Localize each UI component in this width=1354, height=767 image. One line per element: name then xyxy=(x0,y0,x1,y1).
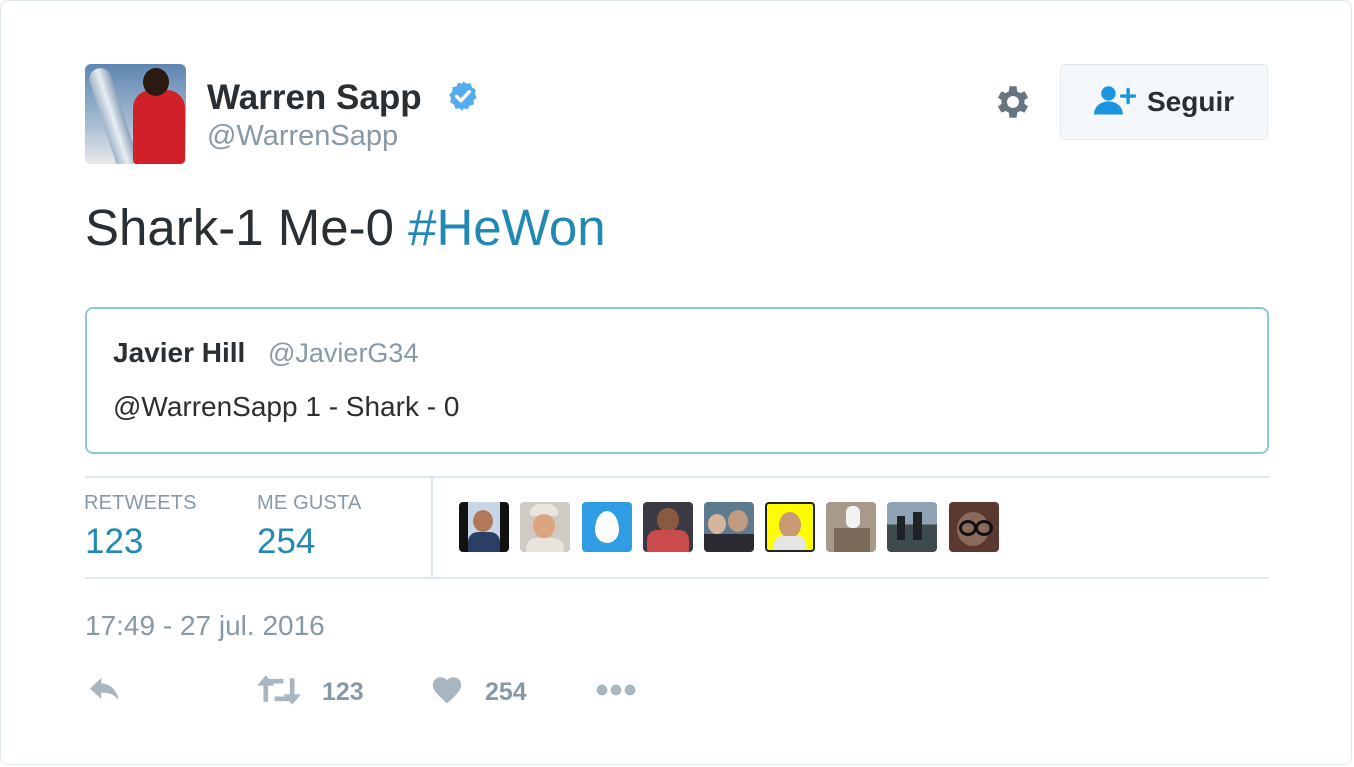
reply-icon[interactable] xyxy=(87,672,123,708)
likes-label[interactable]: ME GUSTA xyxy=(257,492,362,515)
tweet-text: Shark-1 Me-0 #HeWon xyxy=(85,198,606,257)
retweets-label[interactable]: RETWEETS xyxy=(84,492,197,515)
stats-bottom-divider xyxy=(85,577,1269,579)
likes-count[interactable]: 254 xyxy=(257,522,315,562)
tweet-body-text: Shark-1 Me-0 xyxy=(85,199,409,256)
snapcode-avatar[interactable] xyxy=(765,502,815,552)
retweets-count[interactable]: 123 xyxy=(85,522,143,562)
more-options-icon[interactable] xyxy=(595,672,637,708)
follow-button-label: Seguir xyxy=(1147,86,1235,117)
user-handle[interactable]: @WarrenSapp xyxy=(207,120,398,153)
user-avatar[interactable] xyxy=(85,64,186,164)
verified-badge-icon xyxy=(449,81,477,111)
quoted-user-name: Javier Hill xyxy=(113,337,246,368)
default-egg-avatar[interactable] xyxy=(582,502,632,552)
quoted-tweet-text: @WarrenSapp 1 - Shark - 0 xyxy=(113,391,460,422)
avatar-head-shape xyxy=(143,68,169,96)
liker-avatar-1[interactable] xyxy=(459,502,509,552)
liker-avatar-5[interactable] xyxy=(704,502,754,552)
heart-icon[interactable] xyxy=(430,672,464,708)
add-user-icon xyxy=(1094,86,1136,115)
like-count[interactable]: 254 xyxy=(485,678,527,707)
liker-avatar-2[interactable] xyxy=(520,502,570,552)
stats-vertical-divider xyxy=(431,478,433,577)
retweet-count[interactable]: 123 xyxy=(322,678,364,707)
quoted-user-handle: @JavierG34 xyxy=(268,338,419,368)
user-name[interactable]: Warren Sapp xyxy=(207,78,422,118)
tweet-timestamp[interactable]: 17:49 - 27 jul. 2016 xyxy=(85,610,325,642)
liker-avatar-7[interactable] xyxy=(826,502,876,552)
retweet-icon[interactable] xyxy=(257,672,301,708)
follow-button[interactable]: Seguir xyxy=(1060,64,1268,140)
stats-top-divider xyxy=(85,476,1269,478)
liker-avatar-8[interactable] xyxy=(887,502,937,552)
quoted-tweet[interactable]: Javier Hill @JavierG34 @WarrenSapp 1 - S… xyxy=(85,307,1269,454)
liker-avatar-4[interactable] xyxy=(643,502,693,552)
gear-icon[interactable] xyxy=(992,81,1034,123)
hashtag-link[interactable]: #HeWon xyxy=(408,199,606,256)
avatar-person-shape xyxy=(133,90,185,164)
liker-avatar-9[interactable] xyxy=(949,502,999,552)
